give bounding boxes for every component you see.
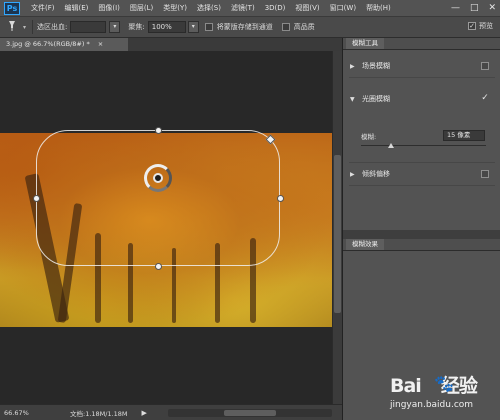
blur-amount-label: 模糊: (361, 133, 377, 141)
selection-bleed-dropdown-icon[interactable]: ▾ (109, 21, 121, 33)
close-icon[interactable]: ✕ (488, 3, 496, 13)
maximize-icon[interactable]: □ (470, 3, 479, 13)
blur-slider-track[interactable] (361, 145, 486, 146)
tab-blur-tools[interactable]: 模糊工具 (346, 38, 384, 49)
focus-label: 聚焦: (128, 23, 145, 31)
canvas-area[interactable] (0, 51, 332, 404)
divider (349, 77, 495, 78)
collapse-triangle-icon[interactable]: ▼ (350, 96, 358, 103)
menu-file[interactable]: 文件(F) (26, 3, 60, 13)
preview-toggle[interactable]: ✓ 预览 (468, 21, 496, 31)
document-tab-strip: 3.jpg @ 66.7%(RGB/8#) * × (0, 38, 342, 51)
iris-blur-checkmark-icon[interactable]: ✓ (481, 94, 489, 103)
save-mask-label: 将蒙版存储到通道 (216, 23, 273, 31)
menu-edit[interactable]: 编辑(E) (60, 3, 94, 13)
blur-handle-right[interactable] (277, 195, 284, 202)
divider (32, 20, 34, 34)
tab-blur-effects[interactable]: 模糊效果 (346, 239, 384, 250)
blur-pin-center[interactable] (153, 173, 163, 183)
divider (349, 185, 495, 186)
options-bar: ▾ 选区出血: ▾ 聚焦: 100% ▾ 将蒙版存储到通道 高品质 ✓ 预览 (0, 17, 500, 38)
status-bar: 66.67% 文档:1.18M/1.18M ▶ (0, 404, 342, 420)
window-controls: — □ ✕ (451, 3, 496, 13)
zoom-level[interactable]: 66.67% (0, 409, 30, 417)
menu-type[interactable]: 类型(Y) (158, 3, 192, 13)
watermark-url: jingyan.baidu.com (390, 400, 474, 410)
status-menu-arrow-icon[interactable]: ▶ (142, 409, 147, 417)
tree-trunk (215, 243, 220, 323)
blur-handle-top[interactable] (155, 127, 162, 134)
blur-amount-field[interactable]: 15 像素 (443, 130, 485, 141)
expand-triangle-icon[interactable]: ▶ (350, 171, 358, 178)
document-info: 文档:1.18M/1.18M (70, 409, 128, 418)
menu-bar: Ps 文件(F) 编辑(E) 图像(I) 图层(L) 类型(Y) 选择(S) 滤… (0, 0, 500, 17)
save-mask-checkbox[interactable] (204, 23, 213, 31)
preview-checkbox[interactable]: ✓ (468, 22, 476, 30)
blur-row-field[interactable]: ▶ 场景模糊 (343, 57, 500, 75)
expand-triangle-icon[interactable]: ▶ (350, 63, 358, 70)
watermark-logo-text: Bai (390, 375, 422, 397)
tree-trunk (250, 238, 256, 323)
blur-row-label: 场景模糊 (362, 62, 390, 70)
document-tab-title: 3.jpg @ 66.7%(RGB/8#) * (6, 40, 90, 48)
tree-trunk (57, 203, 83, 323)
preview-label: 预览 (479, 22, 493, 30)
blur-row-label: 倾斜偏移 (362, 170, 390, 178)
baidu-jingyan-watermark: Bai 经验 🐾 jingyan.baidu.com (390, 371, 494, 417)
photoshop-logo: Ps (4, 1, 20, 15)
photoshop-window: Ps 文件(F) 编辑(E) 图像(I) 图层(L) 类型(Y) 选择(S) 滤… (0, 0, 500, 420)
menu-help[interactable]: 帮助(H) (361, 3, 396, 13)
horizontal-scroll-thumb[interactable] (224, 410, 276, 416)
blur-tools-panel-header: 模糊工具 (343, 38, 500, 50)
blur-row-label: 光圈模糊 (362, 95, 390, 103)
minimize-icon[interactable]: — (451, 3, 460, 13)
menu-select[interactable]: 选择(S) (192, 3, 226, 13)
right-panel-dock: 模糊工具 ▶ 场景模糊 ▼ 光圈模糊 ✓ 模糊: 15 像素 ▶ 倾斜偏移 模糊… (342, 38, 500, 420)
selection-bleed-label: 选区出血: (37, 23, 68, 31)
vertical-scroll-thumb[interactable] (334, 155, 341, 313)
canvas-horizontal-scrollbar[interactable] (168, 409, 332, 417)
document-tab[interactable]: 3.jpg @ 66.7%(RGB/8#) * × (0, 38, 128, 51)
divider (349, 162, 495, 163)
menu-image[interactable]: 图像(I) (93, 3, 125, 13)
high-quality-checkbox[interactable] (281, 23, 290, 31)
menu-filter[interactable]: 滤镜(T) (226, 3, 260, 13)
menu-view[interactable]: 视图(V) (290, 3, 324, 13)
blur-handle-left[interactable] (33, 195, 40, 202)
tab-close-icon[interactable]: × (98, 40, 103, 48)
tree-trunk (128, 243, 133, 323)
tilt-shift-checkbox[interactable] (481, 170, 489, 178)
blur-row-tilt-shift[interactable]: ▶ 倾斜偏移 (343, 165, 500, 183)
canvas-image[interactable] (0, 133, 332, 327)
focus-field[interactable]: 100% (147, 21, 186, 33)
blur-effects-panel-header: 模糊效果 (343, 239, 500, 251)
menu-window[interactable]: 窗口(W) (325, 3, 361, 13)
pin-icon[interactable] (5, 20, 19, 34)
paw-icon: 🐾 (434, 374, 454, 393)
blur-handle-bottom[interactable] (155, 263, 162, 270)
field-blur-checkbox[interactable] (481, 62, 489, 70)
tree-trunk (95, 233, 101, 323)
blur-tools-panel: ▶ 场景模糊 ▼ 光圈模糊 ✓ 模糊: 15 像素 ▶ 倾斜偏移 (343, 50, 500, 230)
focus-dropdown-icon[interactable]: ▾ (187, 21, 199, 33)
tree-trunk (172, 248, 176, 323)
selection-bleed-field[interactable] (70, 21, 107, 33)
high-quality-label: 高品质 (293, 23, 315, 31)
menu-3d[interactable]: 3D(D) (260, 4, 291, 12)
blur-slider-knob[interactable] (388, 143, 394, 148)
menu-layer[interactable]: 图层(L) (125, 3, 158, 13)
blur-row-iris[interactable]: ▼ 光圈模糊 ✓ (343, 90, 500, 108)
canvas-vertical-scrollbar[interactable] (332, 51, 342, 404)
tool-preset-chevron-icon[interactable]: ▾ (23, 24, 26, 31)
